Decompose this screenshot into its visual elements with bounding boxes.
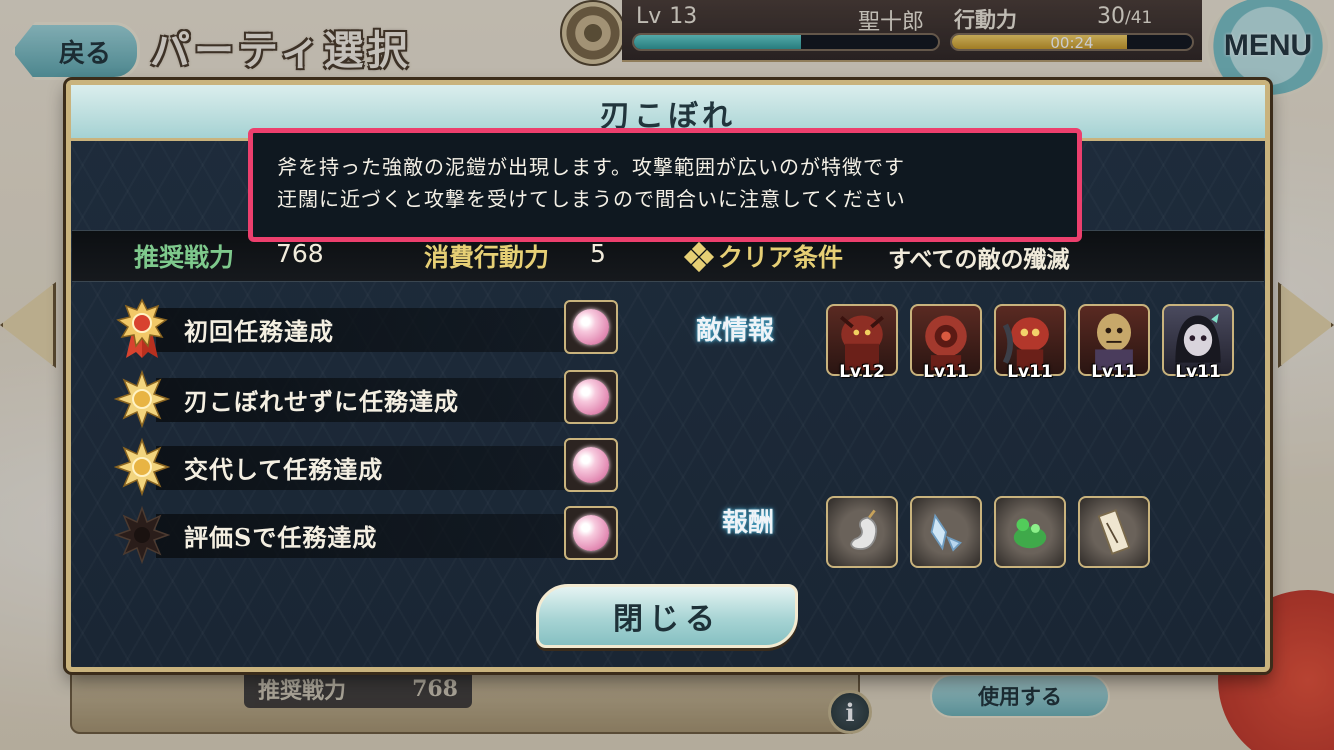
blade-shard-icon [930, 513, 962, 552]
enemy-card[interactable]: Lv11 [910, 304, 982, 382]
mission-row: 刃こぼれせずに任務達成 [112, 368, 620, 430]
mission-label: 交代して任務達成 [184, 455, 384, 484]
gold-star-medal-icon [114, 369, 170, 429]
spirit-orb-icon [573, 379, 609, 415]
enemy-level: Lv11 [1091, 362, 1137, 382]
dark-star-medal-icon [114, 505, 170, 565]
mission-row: 初回任務達成 [112, 298, 620, 360]
reward-card[interactable] [910, 496, 982, 568]
gold-medal-ribbon-icon [116, 298, 168, 358]
enemy-level: Lv12 [839, 362, 885, 382]
mission-description: 斧を持った強敵の泥鎧が出現します。攻撃範囲が広いのが特徴です 迂闊に近づくと攻撃… [248, 128, 1082, 242]
mission-label: 刃こぼれせずに任務達成 [184, 387, 459, 416]
spirit-orb-icon [573, 309, 609, 345]
rewards-label: 報酬 [722, 508, 775, 538]
mission-reward-slot [564, 506, 618, 560]
enemy-level: Lv11 [1175, 362, 1221, 382]
magatama-icon [850, 509, 878, 550]
enemy-card[interactable]: Lv11 [1078, 304, 1150, 382]
gold-star-medal-icon [114, 437, 170, 497]
clear-condition-value: すべての敵の殲滅 [888, 246, 1070, 273]
recommended-power-label: 推奨戦力 [134, 243, 235, 272]
enemy-card[interactable]: Lv11 [994, 304, 1066, 382]
enemy-info-label: 敵情報 [696, 316, 775, 346]
clear-condition-label: クリア条件 [718, 243, 844, 272]
description-line: 迂闊に近づくと攻撃を受けてしまうので間合いに注意してください [277, 187, 906, 211]
mission-label: 評価Sで任務達成 [184, 523, 378, 552]
diamond-cluster-icon [683, 241, 715, 273]
spirit-orb-icon [573, 447, 609, 483]
green-stone-icon [1013, 518, 1047, 549]
ap-cost-value: 5 [590, 239, 606, 268]
mission-label: 初回任務達成 [184, 317, 334, 346]
spirit-orb-icon [573, 515, 609, 551]
description-line: 斧を持った強敵の泥鎧が出現します。攻撃範囲が広いのが特徴です [277, 155, 905, 179]
enemy-card[interactable]: Lv12 [826, 304, 898, 382]
scroll-icon [1097, 509, 1131, 555]
close-button[interactable]: 閉じる [536, 584, 798, 648]
mission-reward-slot [564, 370, 618, 424]
enemy-level: Lv11 [923, 362, 969, 382]
enemy-level: Lv11 [1007, 362, 1053, 382]
recommended-power-value: 768 [276, 239, 324, 268]
mission-reward-slot [564, 438, 618, 492]
mission-row: 交代して任務達成 [112, 436, 620, 498]
reward-card[interactable] [994, 496, 1066, 568]
mission-reward-slot [564, 300, 618, 354]
mission-row: 評価Sで任務達成 [112, 504, 620, 566]
enemy-card[interactable]: Lv11 [1162, 304, 1234, 382]
reward-card[interactable] [1078, 496, 1150, 568]
ap-cost-label: 消費行動力 [424, 243, 550, 272]
reward-card[interactable] [826, 496, 898, 568]
